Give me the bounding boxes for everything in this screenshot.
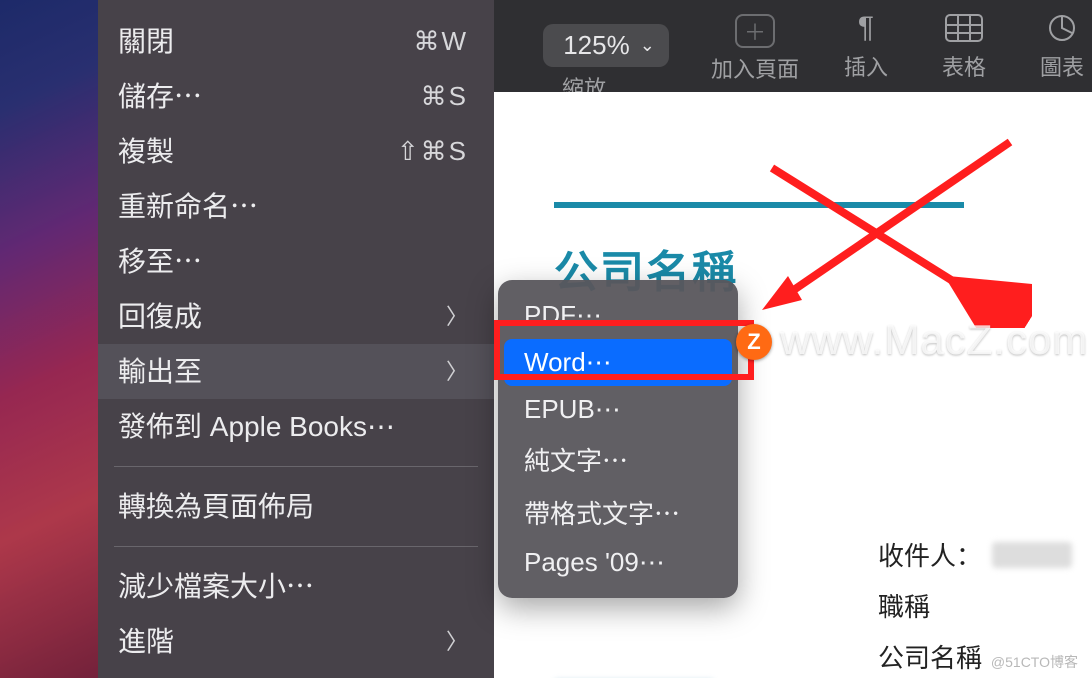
pilcrow-icon: ¶ — [858, 10, 874, 46]
menu-item-advanced[interactable]: 進階 〉 — [98, 614, 494, 669]
menu-item-rename[interactable]: 重新命名⋯ — [98, 179, 494, 234]
submenu-label: EPUB⋯ — [524, 394, 621, 424]
toolbar-insert-group[interactable]: ¶ 插入 — [844, 0, 888, 92]
menu-item-reduce-file-size[interactable]: 減少檔案大小⋯ — [98, 559, 494, 614]
badge-letter: Z — [747, 329, 760, 355]
submenu-label: 帶格式文字⋯ — [524, 499, 680, 529]
menu-label: 發佈到 Apple Books⋯ — [118, 409, 395, 444]
menu-item-close[interactable]: 關閉 ⌘W — [98, 14, 494, 69]
table-icon — [944, 10, 984, 46]
file-menu: 關閉 ⌘W 儲存⋯ ⌘S 複製 ⇧⌘S 重新命名⋯ 移至⋯ 回復成 〉 輸出至 … — [98, 0, 494, 678]
chevron-down-icon: ⌄ — [640, 35, 655, 56]
add-page-button[interactable]: ＋ — [735, 14, 775, 48]
menu-label: 減少檔案大小⋯ — [118, 569, 314, 604]
shortcut: ⇧⌘S — [397, 135, 468, 168]
menu-label: 關閉 — [118, 24, 174, 59]
add-page-label: 加入頁面 — [711, 52, 799, 84]
menu-label: 輸出至 — [118, 354, 202, 389]
doc-horizontal-rule — [554, 202, 964, 208]
chart-icon — [1044, 10, 1080, 46]
menu-label: 複製 — [118, 134, 174, 169]
plus-icon: ＋ — [744, 15, 766, 47]
menu-label: 儲存⋯ — [118, 79, 202, 114]
toolbar-table-group[interactable]: 表格 — [942, 0, 986, 92]
job-title-label: 職稱 — [878, 587, 930, 624]
menu-item-revert-to[interactable]: 回復成 〉 — [98, 289, 494, 344]
chevron-right-icon: 〉 — [446, 628, 468, 656]
menu-item-save[interactable]: 儲存⋯ ⌘S — [98, 69, 494, 124]
menu-item-convert-layout[interactable]: 轉換為頁面佈局 — [98, 479, 494, 534]
table-label: 表格 — [942, 50, 986, 82]
toolbar-chart-group[interactable]: 圖表 — [1040, 0, 1084, 92]
submenu-label: 純文字⋯ — [524, 446, 628, 476]
company-label: 公司名稱 — [878, 638, 982, 675]
blurred-value — [992, 542, 1072, 568]
chart-label: 圖表 — [1040, 50, 1084, 82]
menu-separator — [114, 466, 478, 467]
menu-item-export-to[interactable]: 輸出至 〉 — [98, 344, 494, 399]
menu-item-publish-apple-books[interactable]: 發佈到 Apple Books⋯ — [98, 399, 494, 454]
shortcut: ⌘W — [413, 25, 468, 58]
menu-label: 轉換為頁面佈局 — [118, 489, 314, 524]
submenu-item-epub[interactable]: EPUB⋯ — [504, 386, 732, 433]
submenu-label: PDF⋯ — [524, 300, 602, 330]
submenu-item-pages09[interactable]: Pages '09⋯ — [504, 539, 732, 586]
submenu-item-pdf[interactable]: PDF⋯ — [504, 292, 732, 339]
toolbar-zoom-group: 125% ⌄ 縮放 — [494, 0, 674, 92]
toolbar-addpage-group: ＋ 加入頁面 — [680, 0, 830, 92]
submenu-label: Pages '09⋯ — [524, 547, 665, 577]
submenu-item-rich-text[interactable]: 帶格式文字⋯ — [504, 486, 732, 539]
zoom-dropdown[interactable]: 125% ⌄ — [543, 24, 669, 67]
export-submenu: PDF⋯ Word⋯ EPUB⋯ 純文字⋯ 帶格式文字⋯ Pages '09⋯ — [498, 280, 738, 598]
menu-separator — [114, 546, 478, 547]
watermark-badge: Z — [736, 324, 772, 360]
insert-label: 插入 — [844, 50, 888, 82]
shortcut: ⌘S — [421, 80, 468, 113]
menu-item-duplicate[interactable]: 複製 ⇧⌘S — [98, 124, 494, 179]
menu-label: 進階 — [118, 624, 174, 659]
credit-watermark: @51CTO博客 — [991, 652, 1078, 672]
chevron-right-icon: 〉 — [446, 303, 468, 331]
menu-item-move-to[interactable]: 移至⋯ — [98, 234, 494, 289]
submenu-item-plain-text[interactable]: 純文字⋯ — [504, 433, 732, 486]
menu-label: 移至⋯ — [118, 244, 202, 279]
app-toolbar: 125% ⌄ 縮放 ＋ 加入頁面 ¶ 插入 表格 — [494, 0, 1092, 92]
submenu-label: Word⋯ — [524, 347, 612, 377]
recipient-label: 收件人： — [878, 536, 982, 573]
menu-label: 重新命名⋯ — [118, 189, 258, 224]
desktop-wallpaper — [0, 0, 98, 678]
chevron-right-icon: 〉 — [446, 358, 468, 386]
submenu-item-word[interactable]: Word⋯ — [504, 339, 732, 386]
menu-label: 回復成 — [118, 299, 202, 334]
zoom-value: 125% — [563, 30, 630, 61]
